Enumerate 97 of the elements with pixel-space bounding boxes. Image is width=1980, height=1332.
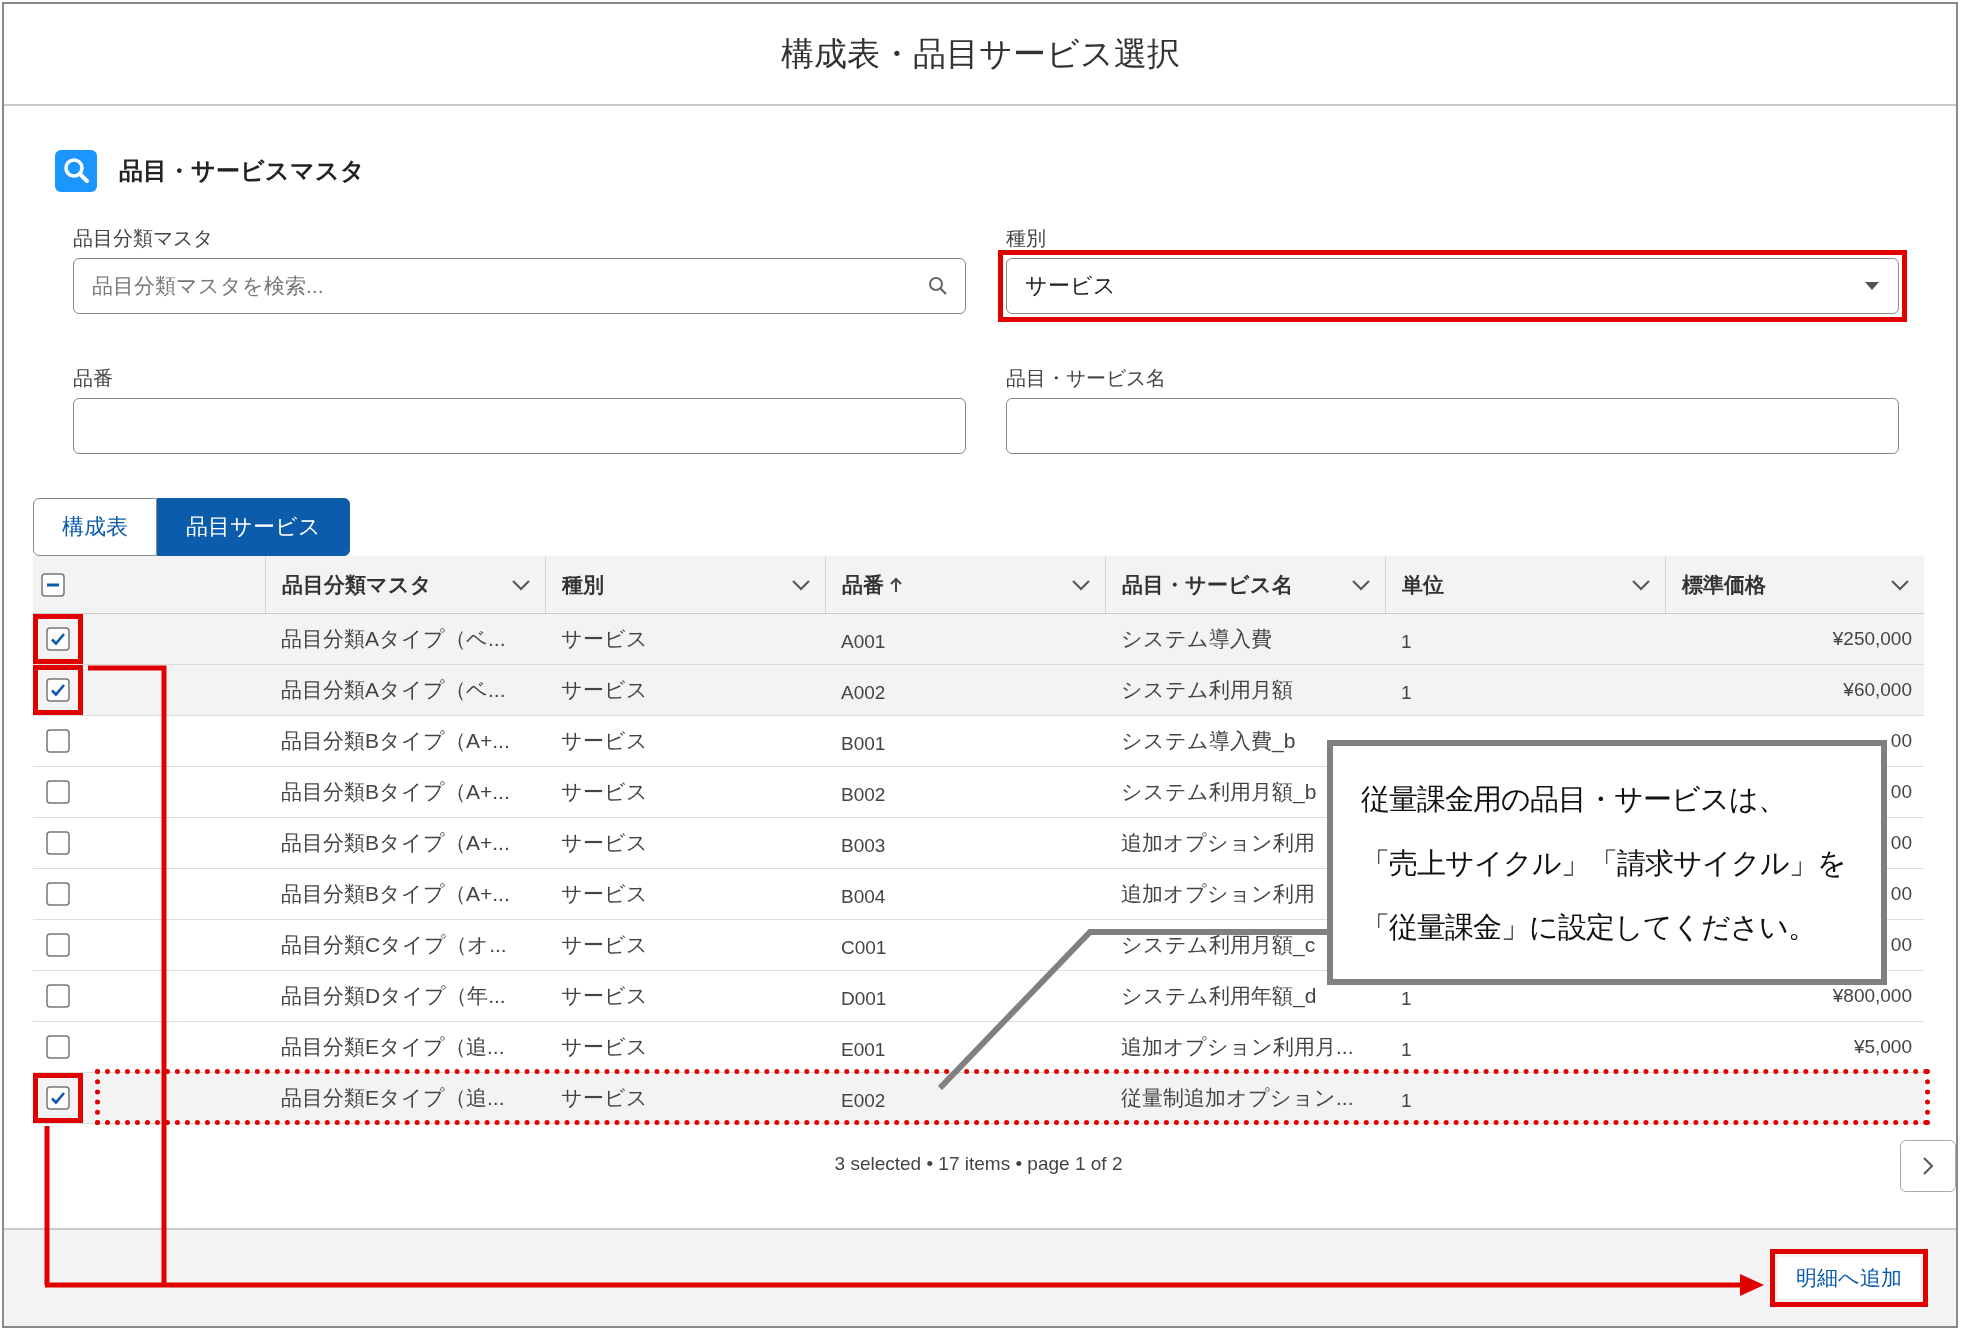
- table-cell-text: 品目分類Bタイプ（A+...: [281, 830, 510, 856]
- table-row[interactable]: 品目分類Aタイプ（ベ... サービス A001 システム導入費 1 ¥250,000: [33, 614, 1924, 665]
- chevron-down-icon[interactable]: [1071, 578, 1091, 591]
- chevron-down-icon[interactable]: [1890, 578, 1910, 591]
- column-header[interactable]: 品目・サービス名: [1105, 556, 1385, 613]
- field-label: 品目分類マスタ: [73, 226, 214, 250]
- column-header[interactable]: 標準価格: [1665, 556, 1924, 613]
- table-cell-text: 品目分類Bタイプ（A+...: [281, 779, 510, 805]
- section-title: 品目・サービスマスタ: [119, 156, 365, 186]
- table-cell: D001: [841, 988, 887, 1010]
- table-cell: C001: [841, 937, 887, 959]
- table-cell: A002: [841, 682, 886, 704]
- table-cell-text: サービス: [561, 932, 648, 958]
- chevron-right-icon: [1922, 1156, 1934, 1176]
- row-checkbox[interactable]: [46, 678, 70, 702]
- search-field[interactable]: 品目分類マスタを検索...: [73, 258, 966, 314]
- table-cell-text: サービス: [561, 881, 648, 907]
- row-checkbox[interactable]: [46, 627, 70, 651]
- table-cell: B003: [841, 835, 886, 857]
- table-cell-text: 品目分類Cタイプ（オ...: [281, 932, 507, 958]
- field-label: 品番: [73, 366, 114, 390]
- row-checkbox[interactable]: [46, 933, 70, 957]
- table-cell: B001: [841, 733, 886, 755]
- column-header[interactable]: 種別: [545, 556, 825, 613]
- table-cell: 00: [1890, 730, 1912, 752]
- table-cell: 1: [1401, 631, 1412, 653]
- table-cell-text: システム導入費: [1121, 626, 1272, 652]
- column-header[interactable]: 単位: [1385, 556, 1665, 613]
- table-cell-text: サービス: [561, 779, 648, 805]
- dropdown-icon: [1864, 281, 1880, 291]
- table-cell-text: サービス: [561, 728, 648, 754]
- dialog-title: 構成表・品目サービス選択: [780, 33, 1180, 74]
- table-cell: E001: [841, 1039, 886, 1061]
- table-cell-text: システム利用年額_d: [1121, 983, 1317, 1010]
- table-cell-text: サービス: [561, 626, 648, 652]
- row-checkbox[interactable]: [46, 831, 70, 855]
- table-cell: A001: [841, 631, 886, 653]
- row-checkbox[interactable]: [46, 1035, 70, 1059]
- table-cell-text: 追加オプション利用: [1121, 881, 1315, 907]
- table-cell-text: サービス: [561, 1034, 648, 1060]
- chevron-down-icon[interactable]: [1631, 578, 1651, 591]
- row-checkbox[interactable]: [46, 1086, 70, 1110]
- table-cell: B004: [841, 886, 886, 908]
- table-row[interactable]: 品目分類Aタイプ（ベ... サービス A002 システム利用月額 1 ¥60,000: [33, 665, 1924, 716]
- table-cell: 00: [1890, 781, 1912, 803]
- table-cell-text: 品目分類Eタイプ（追...: [281, 1085, 505, 1111]
- select-all-checkbox[interactable]: [41, 572, 65, 597]
- table-cell: ¥800,000: [1832, 985, 1912, 1007]
- table-cell: 1: [1401, 1039, 1412, 1061]
- table-cell: ¥60,000: [1843, 679, 1912, 701]
- input-field[interactable]: [73, 398, 966, 454]
- tab[interactable]: 構成表: [33, 498, 157, 556]
- column-header[interactable]: 品番: [825, 556, 1105, 613]
- table-cell: 00: [1890, 832, 1912, 854]
- table-cell-text: システム利用月額_b: [1121, 779, 1317, 806]
- chevron-down-icon[interactable]: [511, 578, 531, 591]
- chevron-down-icon[interactable]: [791, 578, 811, 591]
- table-cell-text: サービス: [561, 677, 648, 703]
- table-cell-text: システム利用月額: [1121, 677, 1293, 703]
- table-cell: ¥250,000: [1832, 628, 1912, 650]
- row-checkbox[interactable]: [46, 780, 70, 804]
- tab[interactable]: 品目サービス: [157, 498, 350, 556]
- table-cell-text: 従量制追加オプション...: [1121, 1085, 1354, 1111]
- select-field[interactable]: サービス: [1006, 258, 1899, 314]
- table-cell: 1: [1401, 1090, 1412, 1112]
- table-cell-text: サービス: [561, 983, 648, 1009]
- table-cell: ¥5,000: [1853, 1036, 1912, 1058]
- row-checkbox[interactable]: [46, 729, 70, 753]
- table-cell-text: システム導入費_b: [1121, 728, 1296, 755]
- row-checkbox[interactable]: [46, 882, 70, 906]
- column-header[interactable]: 品目分類マスタ: [265, 556, 545, 613]
- table-cell-text: 品目分類Aタイプ（ベ...: [281, 626, 506, 652]
- table-cell: 00: [1890, 883, 1912, 905]
- add-button[interactable]: 明細へ追加: [1778, 1257, 1920, 1299]
- field-label: 種別: [1006, 226, 1047, 250]
- pagination-status: 3 selected • 17 items • page 1 of 2: [834, 1153, 1123, 1175]
- chevron-down-icon[interactable]: [1351, 578, 1371, 591]
- table-cell-text: 追加オプション利用: [1121, 830, 1315, 856]
- search-icon: [928, 276, 948, 296]
- table-cell-text: 品目分類Bタイプ（A+...: [281, 728, 510, 754]
- table-cell: 00: [1890, 934, 1912, 956]
- table-cell-text: 品目分類Bタイプ（A+...: [281, 881, 510, 907]
- table-cell-text: システム利用月額_c: [1121, 932, 1316, 959]
- table-cell: B002: [841, 784, 886, 806]
- table-cell: 1: [1401, 682, 1412, 704]
- table-cell-text: サービス: [561, 830, 648, 856]
- search-icon: [55, 150, 97, 192]
- row-checkbox[interactable]: [46, 984, 70, 1008]
- table-cell-text: 品目分類Dタイプ（年...: [281, 983, 506, 1009]
- table-cell-text: 品目分類Eタイプ（追...: [281, 1034, 505, 1060]
- table-cell: E002: [841, 1090, 886, 1112]
- input-field[interactable]: [1006, 398, 1899, 454]
- table-cell-text: サービス: [561, 1085, 648, 1111]
- table-cell-text: 品目分類Aタイプ（ベ...: [281, 677, 506, 703]
- table-cell: 1: [1401, 988, 1412, 1010]
- field-label: 品目・サービス名: [1006, 366, 1167, 390]
- table-cell-text: 追加オプション利用月...: [1121, 1034, 1354, 1060]
